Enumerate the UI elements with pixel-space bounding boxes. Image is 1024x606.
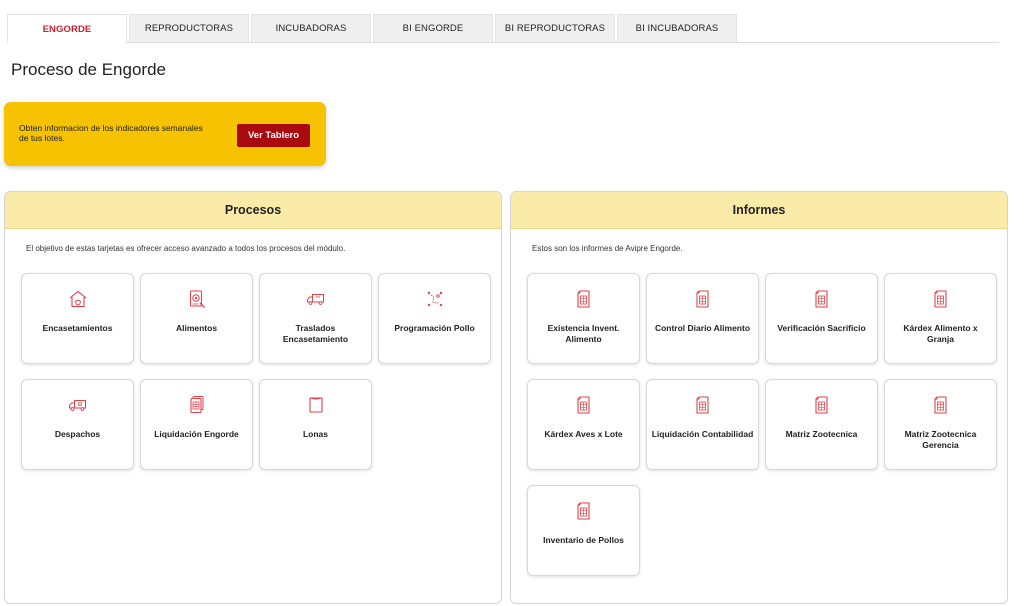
card-label: Programación Pollo xyxy=(394,323,475,333)
card-kardex-alimento-x-granja[interactable]: Kárdex Alimento x Granja xyxy=(884,273,997,364)
card-matriz-zootecnica-gerencia[interactable]: Matriz Zootecnica Gerencia xyxy=(884,379,997,470)
document-icon xyxy=(189,396,203,414)
card-label: Kárdex Alimento x Granja xyxy=(903,323,978,344)
informes-description: Estos son los informes de Avipre Engorde… xyxy=(532,244,683,253)
card-label: Encasetamientos xyxy=(42,323,113,333)
card-label: Kárdex Aves x Lote xyxy=(544,429,623,439)
tab-reproductoras[interactable]: REPRODUCTORAS xyxy=(129,14,249,42)
report-icon xyxy=(814,290,828,308)
tab-engorde[interactable]: ENGORDE xyxy=(7,14,127,43)
procesos-description: El objetivo de estas tarjetas es ofrecer… xyxy=(26,244,346,253)
informes-panel-title: Informes xyxy=(511,192,1007,229)
card-label: Liquidación Contabilidad xyxy=(651,429,754,439)
truck-icon xyxy=(68,400,86,411)
card-matriz-zootecnica[interactable]: Matriz Zootecnica xyxy=(765,379,878,470)
card-traslados-encasetamiento[interactable]: Traslados Encasetamiento xyxy=(259,273,372,364)
card-label: Lonas xyxy=(302,429,329,439)
card-encasetamientos[interactable]: Encasetamientos xyxy=(21,273,134,364)
card-label: Alimentos xyxy=(175,323,218,333)
tab-bi-reproductoras[interactable]: BI REPRODUCTORAS xyxy=(495,14,615,42)
view-dashboard-button[interactable]: Ver Tablero xyxy=(237,124,310,147)
card-label: Verificación Sacrificio xyxy=(777,323,866,333)
report-icon xyxy=(814,396,828,414)
card-kardex-aves-x-lote[interactable]: Kárdex Aves x Lote xyxy=(527,379,640,470)
card-label: Traslados Encasetamiento xyxy=(282,323,349,344)
card-liquidacion-engorde[interactable]: Liquidación Engorde xyxy=(140,379,253,470)
card-label: Matriz Zootecnica xyxy=(785,429,858,439)
report-icon xyxy=(576,396,590,414)
report-icon xyxy=(576,290,590,308)
informes-panel: Informes Estos son los informes de Avipr… xyxy=(510,191,1008,604)
card-label: Control Diario Alimento xyxy=(654,323,751,333)
report-icon xyxy=(576,502,590,520)
tab-incubadoras[interactable]: INCUBADORAS xyxy=(251,14,371,42)
tab-bi-incubadoras[interactable]: BI INCUBADORAS xyxy=(617,14,737,42)
card-control-diario-alimento[interactable]: Control Diario Alimento xyxy=(646,273,759,364)
house-icon xyxy=(69,290,86,308)
card-label: Existencia Invent. Alimento xyxy=(547,323,620,344)
card-label: Despachos xyxy=(54,429,101,439)
card-verificacion-sacrificio[interactable]: Verificación Sacrificio xyxy=(765,273,878,364)
feed-icon xyxy=(189,290,205,308)
tab-bi-engorde[interactable]: BI ENGORDE xyxy=(373,14,493,42)
schedule-icon xyxy=(427,291,442,307)
page-title: Proceso de Engorde xyxy=(11,60,166,79)
report-icon xyxy=(695,290,709,308)
card-label: Liquidación Engorde xyxy=(154,429,239,439)
card-liquidacion-contabilidad[interactable]: Liquidación Contabilidad xyxy=(646,379,759,470)
report-icon xyxy=(933,396,947,414)
card-existencia-invent-alimento[interactable]: Existencia Invent. Alimento xyxy=(527,273,640,364)
tarp-icon xyxy=(308,397,323,413)
card-inventario-de-pollos[interactable]: Inventario de Pollos xyxy=(527,485,640,576)
dashboard-promo-banner: Obten informacion de los indicadores sem… xyxy=(4,102,326,166)
card-despachos[interactable]: Despachos xyxy=(21,379,134,470)
procesos-panel: Procesos El objetivo de estas tarjetas e… xyxy=(4,191,502,604)
promo-text: Obten informacion de los indicadores sem… xyxy=(19,123,203,143)
truck-icon xyxy=(306,294,324,305)
card-label: Inventario de Pollos xyxy=(543,535,624,545)
report-icon xyxy=(933,290,947,308)
procesos-panel-title: Procesos xyxy=(5,192,501,229)
card-programacion-pollo[interactable]: Programación Pollo xyxy=(378,273,491,364)
card-alimentos[interactable]: Alimentos xyxy=(140,273,253,364)
card-label: Matriz Zootecnica Gerencia xyxy=(904,429,977,450)
module-tabs: ENGORDE REPRODUCTORAS INCUBADORAS BI ENG… xyxy=(7,14,999,43)
card-lonas[interactable]: Lonas xyxy=(259,379,372,470)
report-icon xyxy=(695,396,709,414)
